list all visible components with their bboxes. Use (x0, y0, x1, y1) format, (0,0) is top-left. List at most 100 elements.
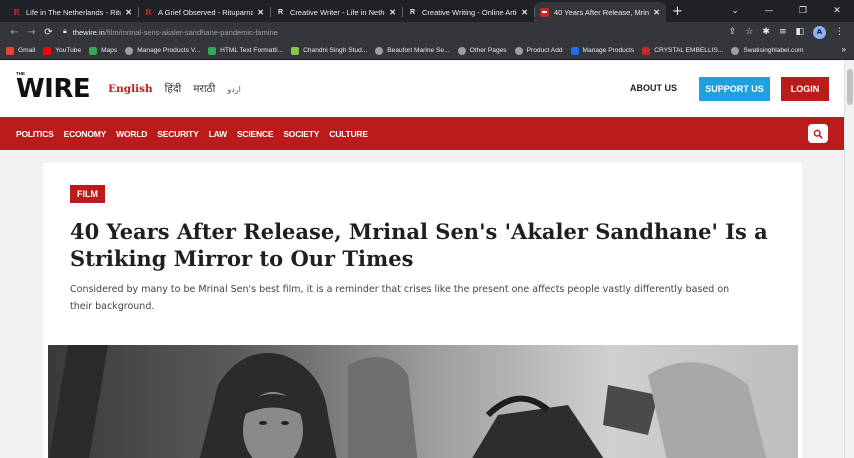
bookmark-item[interactable]: Manage Products V... (125, 46, 200, 55)
tab-search-icon[interactable]: ⌄ (718, 6, 752, 16)
bookmark-item[interactable]: Maps (89, 46, 117, 55)
tab-title: Creative Writing - Online Articles (422, 7, 517, 17)
bookmark-item[interactable]: YouTube (43, 46, 81, 55)
lock-icon[interactable]: 🔒︎ (63, 28, 67, 36)
lang-urdu[interactable]: اردو (227, 85, 241, 94)
nav-item-security[interactable]: SECURITY (157, 129, 199, 139)
tab-title: A Grief Observed - Rituparna Roy (158, 7, 254, 17)
minimize-icon[interactable]: — (752, 6, 786, 16)
extensions-icon[interactable]: ✱ (762, 27, 770, 37)
nav-item-society[interactable]: SOCIETY (283, 129, 319, 139)
article-dek: Considered by many to be Mrinal Sen's be… (70, 284, 730, 312)
profile-avatar[interactable]: A (813, 25, 826, 39)
language-switcher: English हिंदी मराठी اردو (108, 82, 241, 96)
close-icon[interactable]: ✕ (389, 8, 396, 17)
browser-toolbar: ← → ⟳ 🔒︎ thewire.in/film/mrinal-sens-aka… (0, 22, 854, 42)
site-icon (570, 46, 579, 55)
side-panel-icon[interactable]: ◧ (795, 27, 804, 37)
restore-icon[interactable]: ❐ (786, 6, 820, 16)
nav-item-economy[interactable]: ECONOMY (64, 129, 107, 139)
article-headline: 40 Years After Release, Mrinal Sen's 'Ak… (70, 219, 768, 271)
toolbar-icons: ⇪ ☆ ✱ ≡ ◧ A ⋮ (729, 25, 848, 39)
lang-marathi[interactable]: मराठी (193, 82, 215, 96)
tab[interactable]: R Creative Writing - Online Articles ✕ (402, 2, 534, 22)
reload-icon[interactable]: ⟳ (40, 27, 57, 38)
favicon-icon: R (409, 8, 416, 16)
about-us-link[interactable]: ABOUT US (630, 83, 677, 93)
bookmark-item[interactable]: Beaufort Marine Se... (375, 46, 450, 55)
site-icon (291, 46, 300, 55)
window-close-icon[interactable]: ✕ (820, 6, 854, 16)
category-badge[interactable]: FILM (70, 185, 105, 203)
bookmarks-bar: Gmail YouTube Maps Manage Products V... … (0, 42, 854, 60)
site-logo[interactable]: THE WIRE (16, 71, 91, 104)
tab[interactable]: R A Grief Observed - Rituparna Roy ✕ (138, 2, 270, 22)
back-icon[interactable]: ← (6, 27, 23, 38)
page-scrollbar[interactable] (844, 61, 854, 458)
search-icon (813, 129, 823, 139)
nav-item-law[interactable]: LAW (209, 129, 228, 139)
site-header: THE WIRE English हिंदी मराठी اردو ABOUT … (0, 61, 844, 117)
scrollbar-thumb[interactable] (847, 69, 853, 105)
search-button[interactable] (808, 124, 828, 143)
globe-icon (375, 46, 384, 55)
bookmark-star-icon[interactable]: ☆ (745, 27, 753, 37)
bookmark-item[interactable]: Other Pages (457, 46, 507, 55)
close-icon[interactable]: ✕ (257, 8, 264, 17)
logo-the: THE (16, 71, 25, 76)
menu-icon[interactable]: ⋮ (835, 27, 844, 37)
favicon-icon: R (13, 7, 20, 17)
lang-hindi[interactable]: हिंदी (165, 82, 182, 96)
film-still-image (48, 345, 798, 458)
tab-title: Creative Writer - Life in Netherla (290, 7, 385, 17)
site-icon (642, 46, 651, 55)
more-bookmarks-button[interactable]: » (842, 45, 846, 54)
w3-icon (208, 46, 217, 55)
logo-wire: WIRE (16, 74, 91, 104)
bookmark-item[interactable]: HTML Text Formatti... (208, 46, 283, 55)
forward-icon[interactable]: → (23, 27, 40, 38)
bookmark-item[interactable]: Chandni Singh Stud... (291, 46, 367, 55)
window-controls: ⌄ — ❐ ✕ (718, 0, 854, 22)
wire-favicon-icon (540, 7, 549, 17)
close-icon[interactable]: ✕ (125, 8, 132, 17)
share-icon[interactable]: ⇪ (729, 27, 737, 37)
reading-list-icon[interactable]: ≡ (779, 27, 787, 37)
web-page: THE WIRE English हिंदी मराठी اردو ABOUT … (0, 61, 844, 458)
support-us-button[interactable]: SUPPORT US (699, 77, 770, 101)
bookmark-item[interactable]: CRYSTAL EMBELLIS... (642, 46, 723, 55)
close-icon[interactable]: ✕ (653, 8, 660, 17)
globe-icon (125, 46, 134, 55)
globe-icon (731, 46, 740, 55)
maps-icon (89, 46, 98, 55)
tab-active[interactable]: 40 Years After Release, Mrinal Se ✕ (534, 2, 666, 22)
bookmark-item[interactable]: Gmail (6, 46, 35, 55)
tab[interactable]: R Life in The Netherlands - Ritupar ✕ (6, 2, 138, 22)
youtube-icon (43, 46, 52, 55)
bookmark-item[interactable]: Manage Products (570, 46, 634, 55)
bookmark-item[interactable]: Swatisinghlabel.com (731, 46, 803, 55)
url-path: /film/mrinal-sens-akaler-sandhane-pandem… (104, 27, 278, 37)
nav-item-world[interactable]: WORLD (116, 129, 147, 139)
bookmark-item[interactable]: Product Add (514, 46, 563, 55)
nav-item-culture[interactable]: CULTURE (329, 129, 368, 139)
login-button[interactable]: LOGIN (781, 77, 829, 101)
article-photo (48, 345, 798, 458)
url-host: thewire.in (72, 27, 105, 37)
new-tab-button[interactable]: + (672, 2, 683, 22)
address-bar[interactable]: 🔒︎ thewire.in/film/mrinal-sens-akaler-sa… (63, 24, 729, 40)
gmail-icon (6, 46, 14, 55)
tab-strip: R Life in The Netherlands - Ritupar ✕ R … (0, 0, 854, 22)
tab-title: 40 Years After Release, Mrinal Se (554, 7, 650, 17)
section-nav: POLITICS ECONOMY WORLD SECURITY LAW SCIE… (0, 117, 844, 150)
browser-window: R Life in The Netherlands - Ritupar ✕ R … (0, 0, 854, 458)
favicon-icon: R (277, 8, 284, 16)
nav-item-science[interactable]: SCIENCE (237, 129, 274, 139)
lang-english[interactable]: English (108, 83, 153, 95)
tab[interactable]: R Creative Writer - Life in Netherla ✕ (270, 2, 402, 22)
globe-icon (514, 46, 523, 55)
close-icon[interactable]: ✕ (521, 8, 528, 17)
tab-title: Life in The Netherlands - Ritupar (26, 7, 121, 17)
nav-item-politics[interactable]: POLITICS (16, 129, 54, 139)
favicon-icon: R (145, 7, 152, 17)
